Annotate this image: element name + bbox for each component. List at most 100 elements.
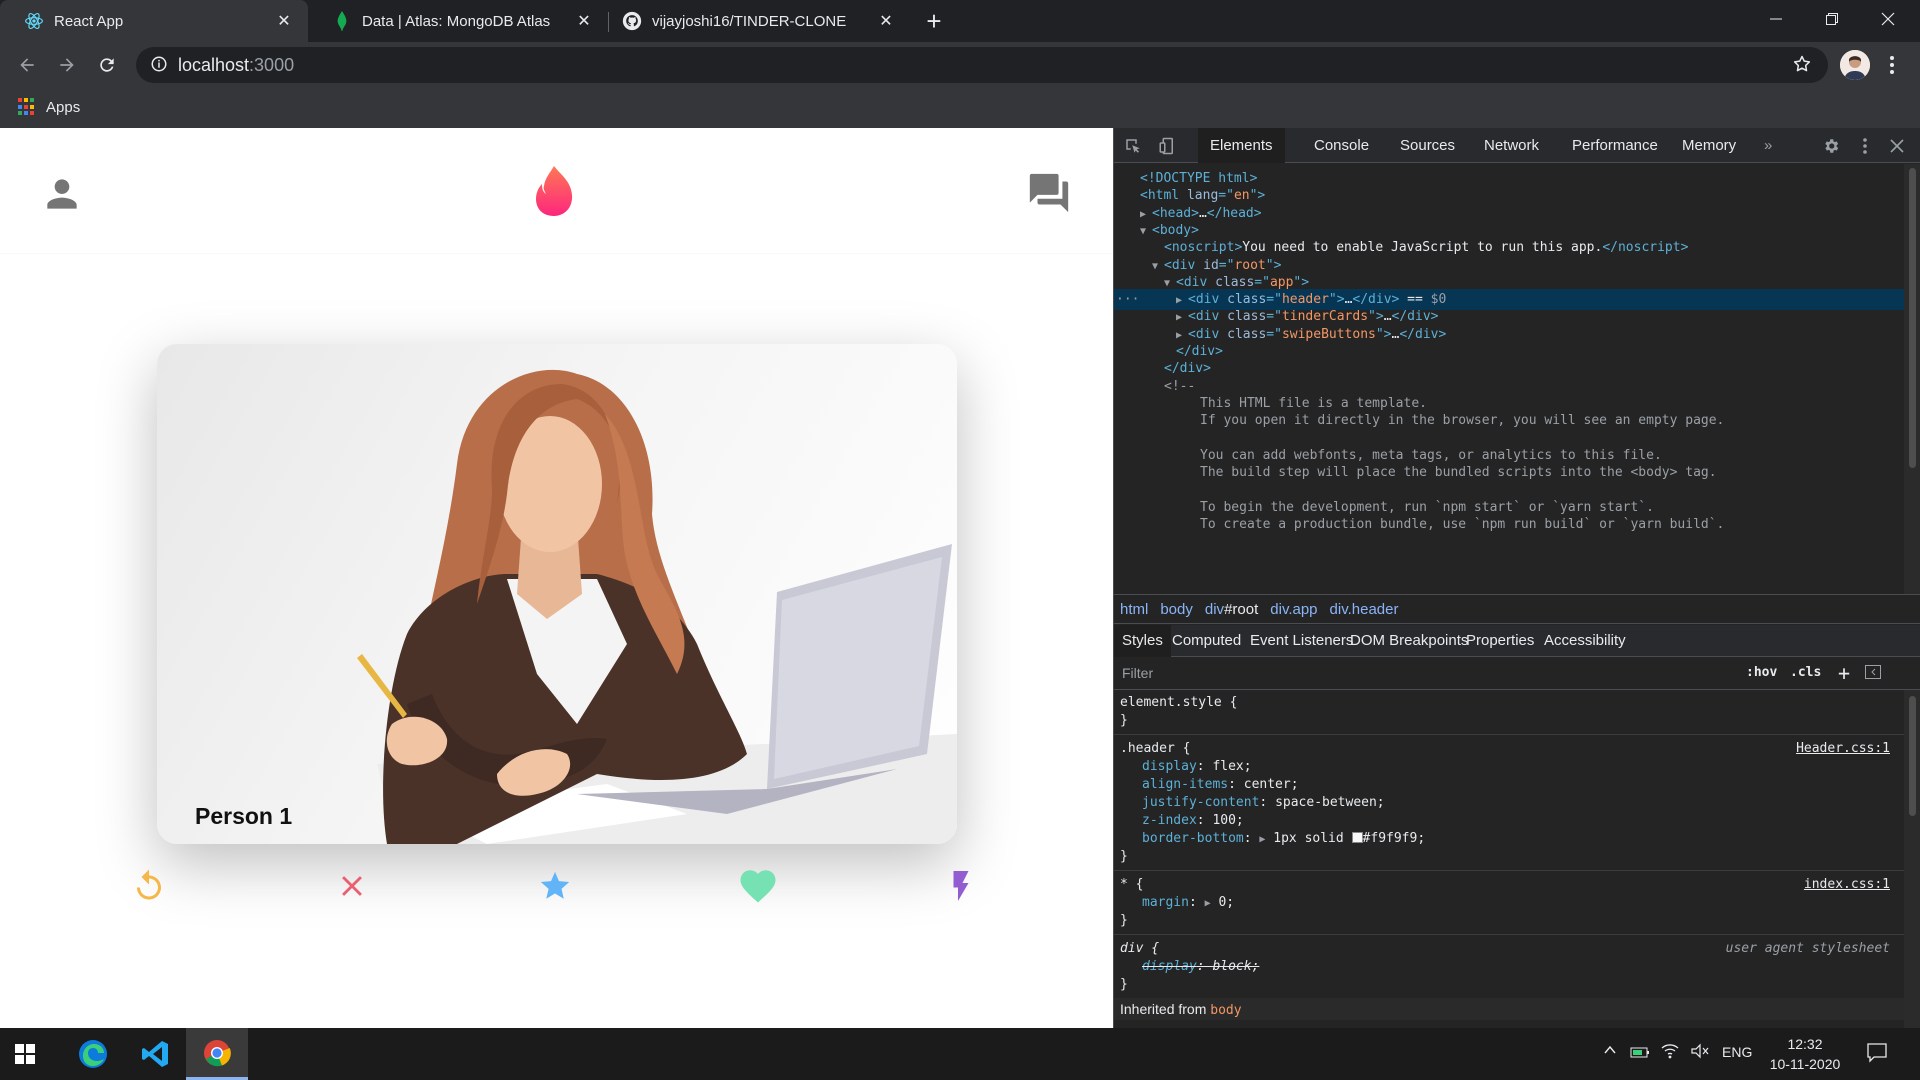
css-declaration[interactable]: z-index: 100; [1142,812,1244,830]
dom-token: <html [1140,188,1187,204]
dom-token: =" [1266,292,1282,308]
styles-scrollbar[interactable] [1904,690,1920,1028]
css-declaration[interactable]: margin: ▶ 0; [1142,894,1234,912]
close-devtools-icon[interactable] [1886,135,1908,157]
close-tab-icon[interactable]: ✕ [572,9,596,33]
replay-icon [137,869,161,900]
universal-rule-selector[interactable]: * { [1120,876,1143,894]
subtab-dom-breakpoints[interactable]: DOM Breakpoints [1342,625,1476,657]
dom-token: en [1233,188,1250,204]
bookmarks-bar: Apps [0,88,1920,128]
rule-close-brace: } [1120,977,1128,992]
dom-node[interactable]: To create a production bundle, use `npm … [1114,514,1904,535]
vscode-taskbar-app[interactable] [124,1028,186,1080]
rule-divider [1114,734,1904,735]
color-swatch[interactable] [1351,832,1363,843]
input-language-indicator[interactable]: ENG [1722,1044,1752,1060]
page-viewport: Person 1 [0,128,1113,1028]
volume-muted-icon[interactable] [1690,1042,1710,1065]
taskbar-clock[interactable]: 12:32 10-11-2020 [1760,1034,1850,1074]
subtab-computed[interactable]: Computed [1164,625,1249,657]
header-css-link[interactable]: Header.css:1 [1796,740,1890,758]
inspect-element-icon[interactable] [1122,135,1144,157]
restore-window-button[interactable] [1804,0,1860,38]
action-center-icon[interactable] [1866,1041,1888,1068]
new-tab-button[interactable]: + [920,8,948,36]
more-tabs-button[interactable]: » [1752,128,1784,163]
reject-button[interactable] [327,861,377,911]
index-css-link[interactable]: index.css:1 [1804,876,1890,894]
device-toolbar-icon[interactable] [1156,135,1178,157]
new-style-rule-icon[interactable]: + [1838,661,1850,685]
devtools-tab-network[interactable]: Network [1472,128,1551,163]
forward-button[interactable] [52,50,82,80]
chrome-taskbar-app[interactable] [186,1028,248,1080]
subtab-accessibility[interactable]: Accessibility [1536,625,1634,657]
wifi-icon[interactable] [1660,1042,1680,1065]
site-info-icon[interactable] [150,55,168,78]
apps-label: Apps [46,98,81,116]
styles-filter-input[interactable]: Filter [1122,665,1153,681]
replay-button[interactable] [124,861,174,911]
windows-start-button[interactable] [0,1028,50,1080]
flash-icon [953,871,969,901]
like-button[interactable] [733,861,783,911]
breadcrumb-body[interactable]: body [1154,601,1199,618]
header-rule-selector[interactable]: .header { [1120,740,1190,758]
inherited-element-link[interactable]: body [1210,1003,1241,1018]
hover-state-toggle[interactable]: :hov [1746,665,1777,680]
overridden-declaration[interactable]: display: block; [1142,958,1259,976]
css-declaration[interactable]: align-items: center; [1142,776,1299,794]
chat-forum-icon[interactable] [1026,170,1072,221]
edge-taskbar-app[interactable] [62,1028,124,1080]
breadcrumb-html[interactable]: html [1114,601,1154,618]
devtools-tab-memory[interactable]: Memory [1670,128,1748,163]
battery-icon[interactable] [1630,1042,1652,1065]
subtab-styles[interactable]: Styles [1114,625,1171,657]
class-toggle[interactable]: .cls [1790,665,1821,680]
minimize-window-button[interactable] [1748,0,1804,38]
apps-shortcut[interactable]: Apps [18,98,80,116]
css-declaration[interactable]: display: flex; [1142,758,1252,776]
show-hidden-icons[interactable] [1602,1042,1618,1063]
css-declaration[interactable]: justify-content: space-between; [1142,794,1385,812]
dom-token: =" [1218,257,1235,273]
boost-button[interactable] [936,861,986,911]
close-tab-icon[interactable]: ✕ [874,9,898,33]
element-style-selector[interactable]: element.style { [1120,694,1237,712]
toggle-sidebar-icon[interactable] [1864,663,1882,685]
devtools-tab-performance[interactable]: Performance [1560,128,1670,163]
breadcrumb-root[interactable]: div#root [1199,601,1264,618]
dom-token: "> [1375,326,1392,342]
profile-avatar[interactable] [1840,50,1870,80]
customize-menu-icon[interactable] [1854,135,1876,157]
close-tab-icon[interactable]: ✕ [272,9,296,33]
browser-menu-button[interactable] [1882,52,1902,78]
devtools-tab-console[interactable]: Console [1302,128,1381,163]
dom-tree-scrollbar[interactable] [1904,164,1920,594]
address-bar[interactable]: localhost:3000 [136,47,1828,83]
devtools-tab-sources[interactable]: Sources [1388,128,1467,163]
tab-github[interactable]: vijayjoshi16/TINDER-CLONE ✕ [610,0,910,42]
styles-filter-bar: Filter :hov .cls + [1114,657,1920,690]
div-rule-selector[interactable]: div { [1120,940,1159,958]
tab-react-app[interactable]: React App ✕ [0,0,308,42]
breadcrumb-header[interactable]: div.header [1324,601,1405,618]
breadcrumb-app[interactable]: div.app [1264,601,1323,618]
super-like-button[interactable] [530,861,580,911]
reload-button[interactable] [92,50,122,80]
tinder-card[interactable]: Person 1 [157,344,957,844]
url-text[interactable]: localhost:3000 [178,55,294,76]
devtools-tab-elements[interactable]: Elements [1198,128,1285,163]
url-host: localhost [178,55,250,75]
back-button[interactable] [12,50,42,80]
dom-token: <head> [1152,205,1199,221]
css-declaration-border-bottom[interactable]: border-bottom: ▶ 1px solid #f9f9f9; [1142,830,1425,848]
close-window-button[interactable] [1860,0,1916,38]
bookmark-star-icon[interactable] [1792,54,1812,79]
dom-token: You need to enable JavaScript to run thi… [1242,240,1603,256]
settings-gear-icon[interactable] [1820,135,1842,157]
subtab-properties[interactable]: Properties [1458,625,1542,657]
person-icon[interactable] [40,172,84,221]
tab-mongodb-atlas[interactable]: Data | Atlas: MongoDB Atlas ✕ [308,0,608,42]
